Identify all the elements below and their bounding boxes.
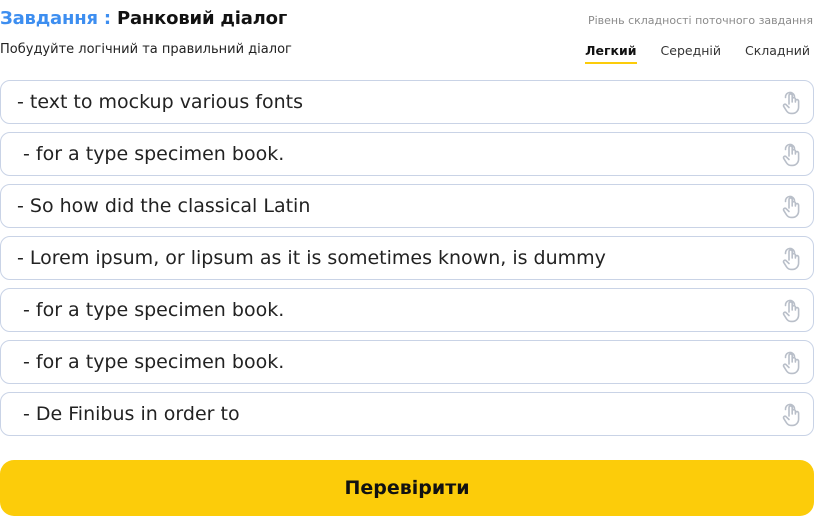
task-title-prefix: Завдання : bbox=[0, 8, 111, 29]
tab-medium[interactable]: Середній bbox=[661, 43, 721, 64]
dialog-line-text: - for a type specimen book. bbox=[23, 299, 285, 321]
drag-hand-icon bbox=[782, 195, 800, 219]
difficulty-tabs: Легкий Середній Складний bbox=[585, 43, 810, 64]
tab-hard[interactable]: Складний bbox=[745, 43, 810, 64]
check-button[interactable]: Перевірити bbox=[0, 460, 814, 516]
difficulty-caption: Рівень складності поточного завдання bbox=[587, 14, 813, 27]
drag-hand-icon bbox=[782, 91, 800, 115]
dialog-line-text: - Lorem ipsum, or lipsum as it is someti… bbox=[17, 247, 606, 269]
drag-hand-icon bbox=[782, 247, 800, 271]
task-title: Завдання : Ранковий діалог bbox=[0, 8, 287, 29]
drag-hand-icon bbox=[782, 403, 800, 427]
tab-easy[interactable]: Легкий bbox=[585, 43, 637, 64]
dialog-line[interactable]: - for a type specimen book. bbox=[0, 288, 814, 332]
dialog-line-text: - De Finibus in order to bbox=[23, 403, 240, 425]
dialog-lines-list: - text to mockup various fonts - for a t… bbox=[0, 80, 814, 444]
task-title-name: Ранковий діалог bbox=[116, 8, 288, 29]
dialog-line-text: - for a type specimen book. bbox=[23, 351, 285, 373]
dialog-line[interactable]: - for a type specimen book. bbox=[0, 132, 814, 176]
dialog-line-text: - text to mockup various fonts bbox=[17, 91, 303, 113]
dialog-line[interactable]: - Lorem ipsum, or lipsum as it is someti… bbox=[0, 236, 814, 280]
drag-hand-icon bbox=[782, 143, 800, 167]
dialog-line[interactable]: - So how did the classical Latin bbox=[0, 184, 814, 228]
dialog-line[interactable]: - for a type specimen book. bbox=[0, 340, 814, 384]
drag-hand-icon bbox=[782, 351, 800, 375]
dialog-line[interactable]: - text to mockup various fonts bbox=[0, 80, 814, 124]
task-instruction: Побудуйте логічний та правильний діалог bbox=[0, 42, 292, 57]
drag-hand-icon bbox=[782, 299, 800, 323]
dialog-line-text: - So how did the classical Latin bbox=[17, 195, 311, 217]
dialog-line-text: - for a type specimen book. bbox=[23, 143, 285, 165]
dialog-line[interactable]: - De Finibus in order to bbox=[0, 392, 814, 436]
